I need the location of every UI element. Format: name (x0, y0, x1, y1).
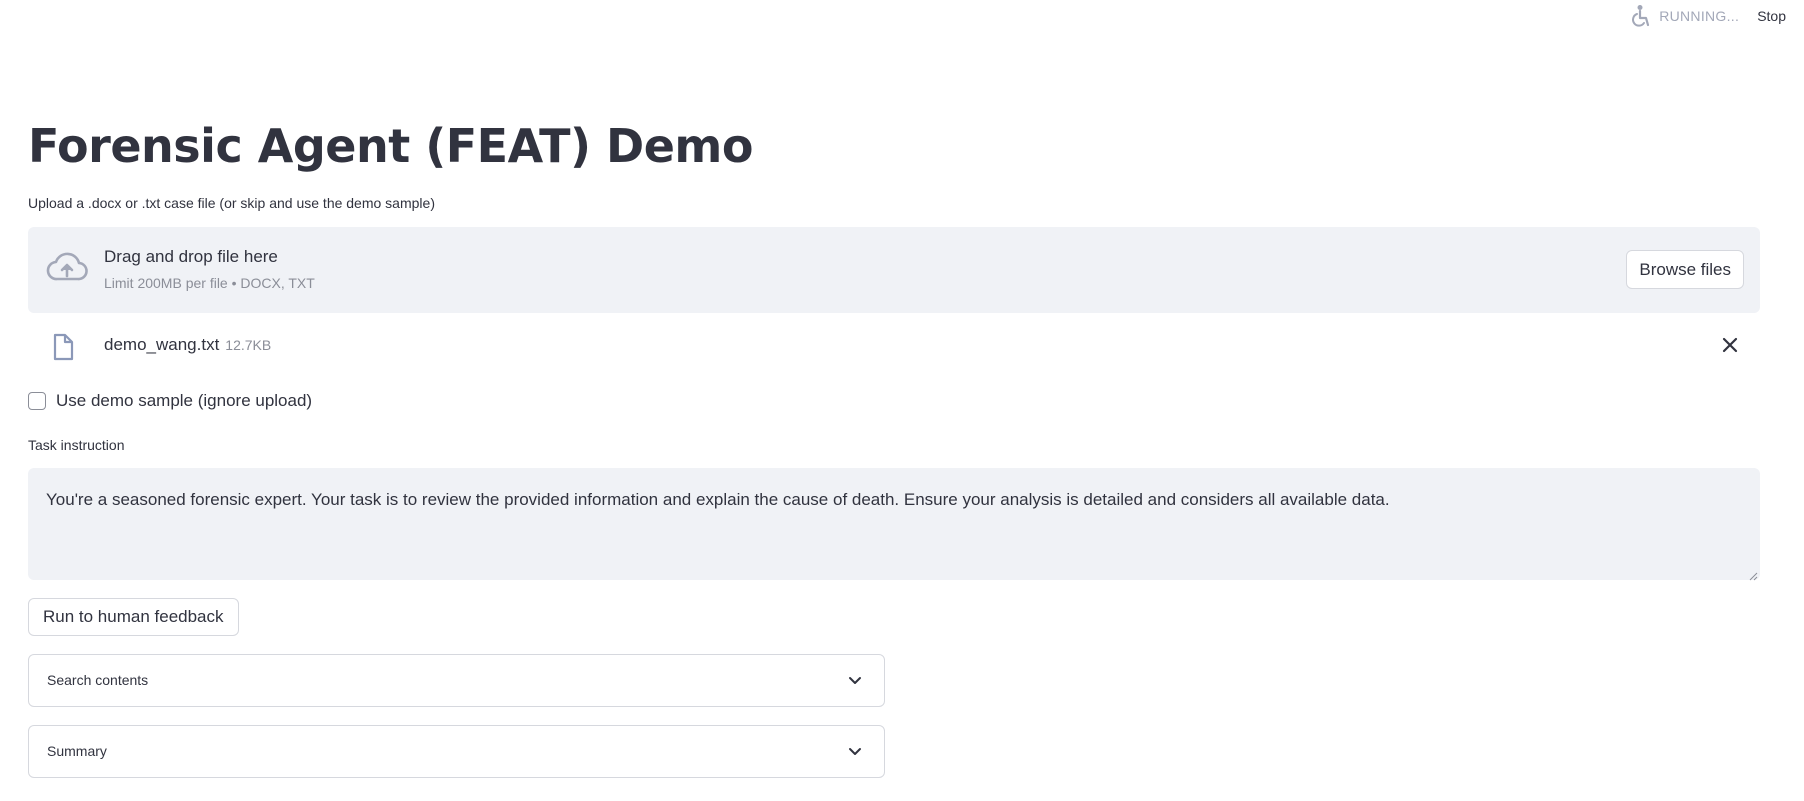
uploaded-file-row: demo_wang.txt 12.7KB (28, 325, 1760, 367)
file-size: 12.7KB (225, 337, 272, 353)
task-instruction-label: Task instruction (28, 437, 125, 453)
demo-sample-label: Use demo sample (ignore upload) (56, 391, 313, 410)
expander-label: Search contents (47, 672, 149, 688)
running-person-icon (1629, 4, 1651, 28)
file-icon (52, 333, 74, 366)
dropzone-subtitle: Limit 200MB per file • DOCX, TXT (104, 275, 315, 291)
status-bar: RUNNING... Stop (1629, 0, 1804, 32)
running-status: RUNNING... (1629, 4, 1739, 28)
summary-expander[interactable]: Summary (28, 725, 885, 778)
page-title: Forensic Agent (FEAT) Demo (28, 119, 753, 173)
remove-file-close-icon[interactable] (1718, 333, 1742, 357)
file-dropzone[interactable]: Drag and drop file here Limit 200MB per … (28, 227, 1760, 313)
task-instruction-textarea[interactable]: You're a seasoned forensic expert. Your … (28, 468, 1760, 580)
expander-label: Summary (47, 743, 107, 759)
run-to-human-feedback-button[interactable]: Run to human feedback (28, 598, 239, 636)
running-label: RUNNING... (1659, 8, 1740, 24)
chevron-down-icon (848, 744, 862, 763)
resize-handle-icon[interactable] (1748, 568, 1758, 581)
search-contents-expander[interactable]: Search contents (28, 654, 885, 707)
cloud-upload-icon (46, 251, 88, 290)
demo-sample-checkbox-row[interactable]: Use demo sample (ignore upload) (28, 391, 312, 411)
stop-button[interactable]: Stop (1757, 8, 1786, 24)
dropzone-title: Drag and drop file here (104, 247, 278, 266)
upload-label: Upload a .docx or .txt case file (or ski… (28, 195, 435, 211)
file-name-text: demo_wang.txt (104, 335, 220, 354)
chevron-down-icon (848, 673, 862, 692)
file-name: demo_wang.txt 12.7KB (104, 335, 271, 355)
browse-files-button[interactable]: Browse files (1626, 250, 1744, 289)
demo-sample-checkbox[interactable] (28, 392, 46, 410)
dropzone-text: Drag and drop file here Limit 200MB per … (104, 245, 315, 291)
